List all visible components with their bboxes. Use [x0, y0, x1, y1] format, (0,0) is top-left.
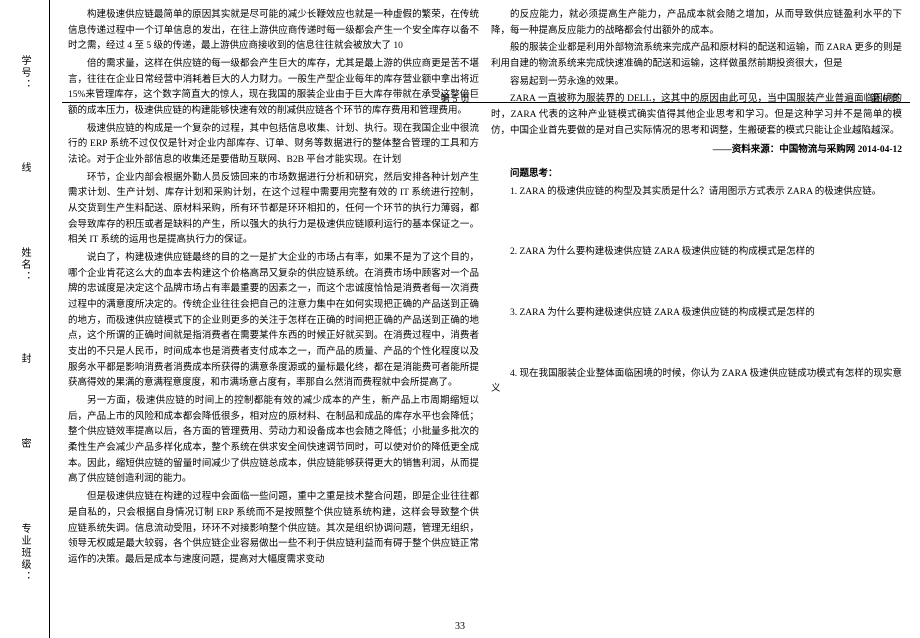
- spine-seal-3: 密: [17, 438, 32, 452]
- question-2: 2. ZARA 为什么要构建极速供应链 ZARA 极速供应链的构成模式是怎样的: [491, 245, 902, 261]
- spine-seal-2: 封: [17, 353, 32, 367]
- header-rule: [62, 102, 910, 103]
- question-4: 4. 现在我国服装企业整体面临困境的时候，你认为 ZARA 极速供应链成功模式有…: [491, 367, 902, 398]
- binding-spine: 学号： 线 姓名： 封 密 专业班级：: [0, 0, 50, 638]
- para: 另一方面，极速供应链的时间上的控制都能有效的减少成本的产生，新产品上市周期缩短以…: [68, 394, 479, 488]
- para: 容易起到一劳永逸的效果。: [491, 75, 902, 91]
- source-line: ——资料来源：中国物流与采购网 2014-04-12: [491, 143, 902, 159]
- para: 的反应能力，就必须提高生产能力，产品成本就会随之增加，从而导致供应链盈利水平的下…: [491, 8, 902, 39]
- footer-page-number: 33: [0, 621, 920, 632]
- spine-seal-1: 线: [17, 162, 32, 176]
- questions-heading: 问题思考：: [491, 167, 902, 183]
- para: ZARA 一直被称为服装界的 DELL，这其中的原因由此可见，当中国服装产业普遍…: [491, 92, 902, 139]
- spine-class-label: 专业班级：: [17, 523, 32, 583]
- para: 构建极速供应链最简单的原因其实就是尽可能的减少长鞭效应也就是一种虚假的繁荣，在传…: [68, 8, 479, 55]
- spine-id-label: 学号：: [17, 55, 32, 91]
- question-1: 1. ZARA 的极速供应链的构型及其实质是什么？请用图示方式表示 ZARA 的…: [491, 185, 902, 201]
- para: 环节，企业内部会根据外勤人员反馈回来的市场数据进行分析和研究，然后安排各种计划产…: [68, 171, 479, 249]
- para: 倍的需求量，这样在供应链的每一级都会产生巨大的库存，尤其是最上游的供应商更是苦不…: [68, 57, 479, 120]
- content-area: 构建极速供应链最简单的原因其实就是尽可能的减少长鞭效应也就是一种虚假的繁荣，在传…: [50, 0, 920, 638]
- para: 但是极速供应链在构建的过程中会面临一些问题，重中之重是技术整合问题，即是企业往往…: [68, 490, 479, 568]
- para: 说白了，构建极速供应链最终的目的之一是扩大企业的市场占有率，如果不是为了这个目的…: [68, 251, 479, 392]
- spine-name-label: 姓名：: [17, 247, 32, 283]
- para: 般的服装企业都是利用外部物流系统来完成产品和原材料的配送和运输，而 ZARA 更…: [491, 41, 902, 72]
- question-3: 3. ZARA 为什么要构建极速供应链 ZARA 极速供应链的构成模式是怎样的: [491, 306, 902, 322]
- para: 极速供应链的构成是一个复杂的过程，其中包括信息收集、计划、执行。现在我国企业中很…: [68, 122, 479, 169]
